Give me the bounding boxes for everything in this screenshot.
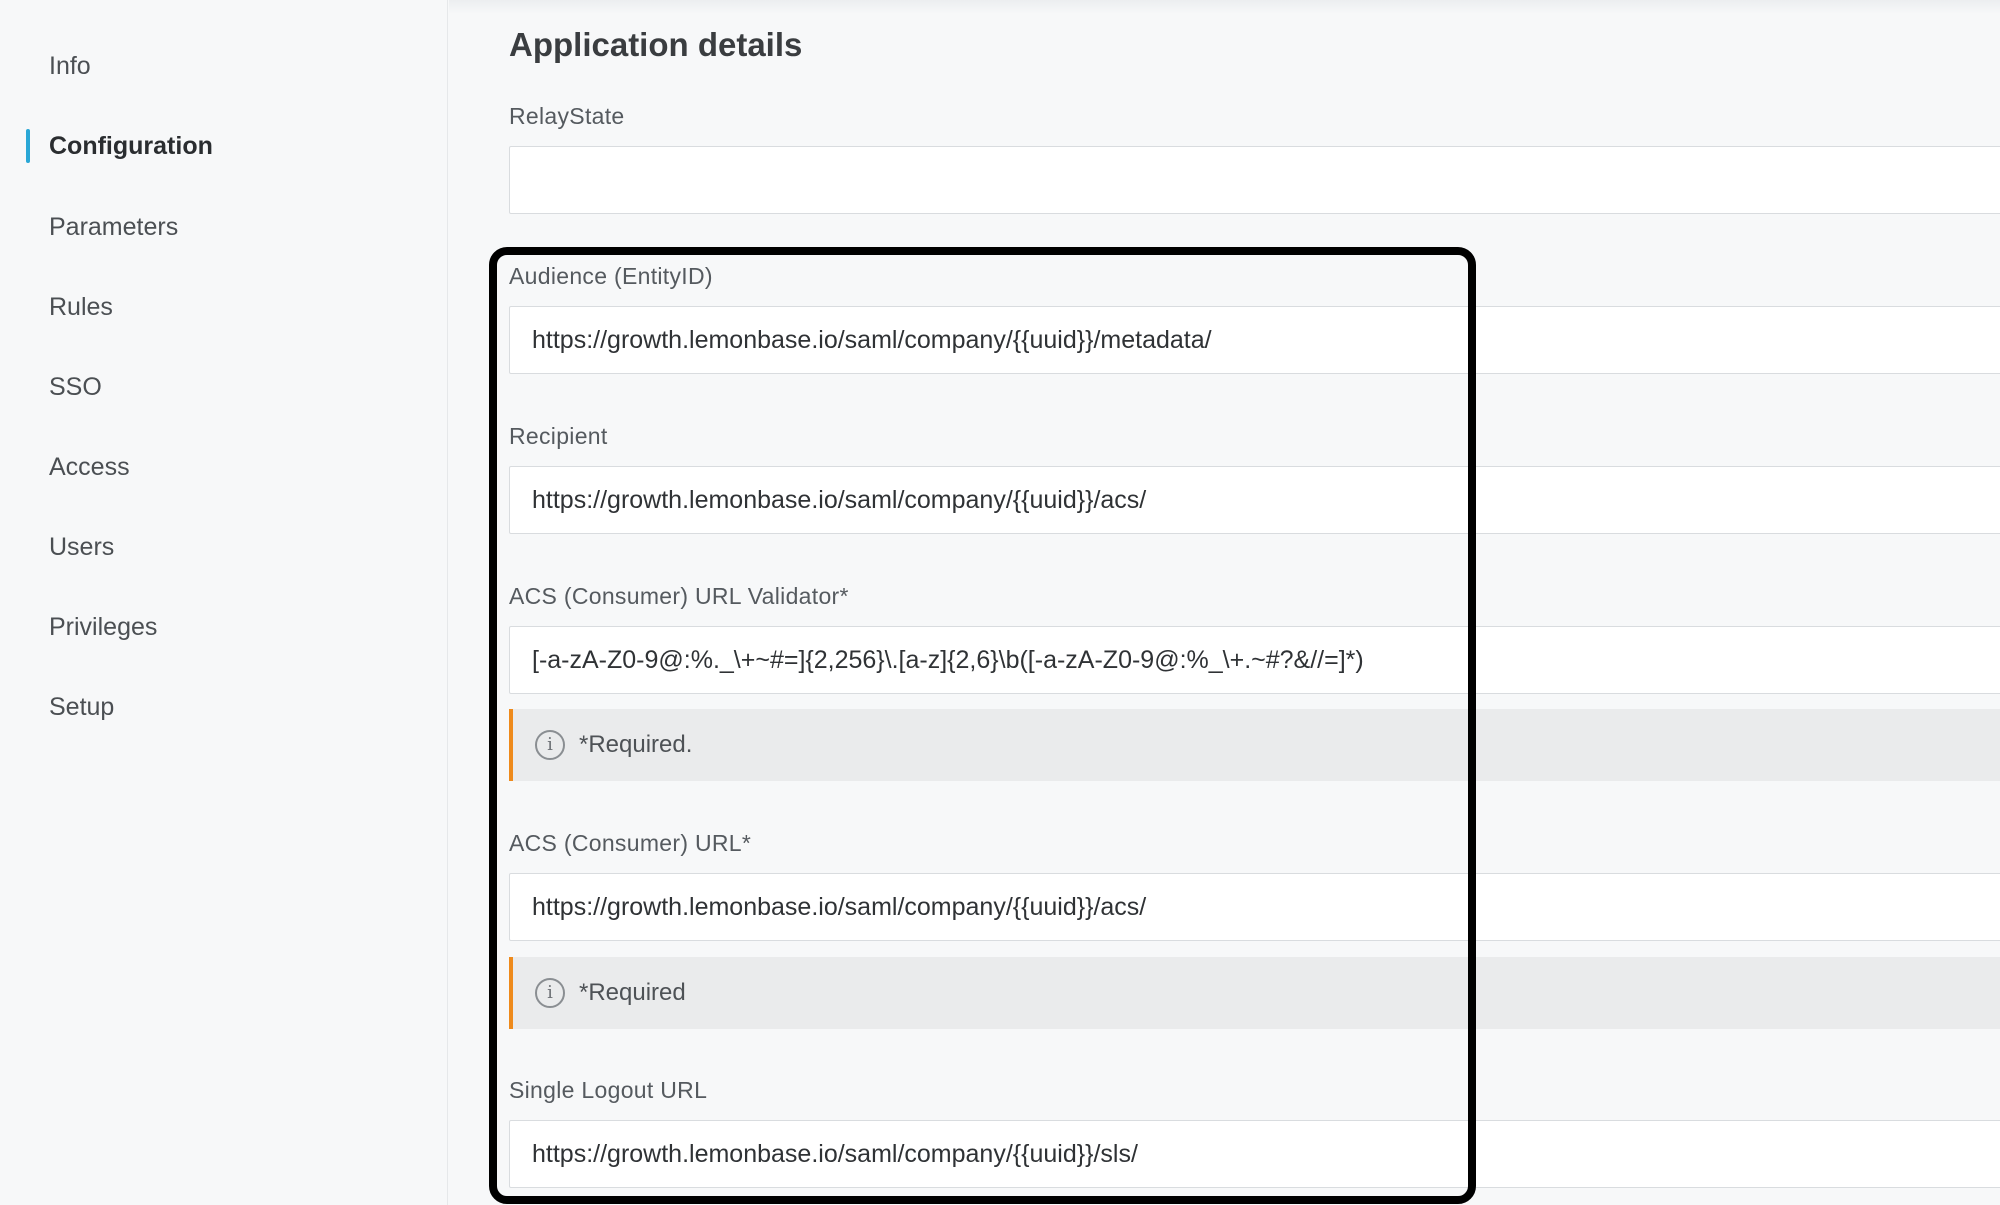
acs-validator-label: ACS (Consumer) URL Validator* [509, 583, 849, 609]
sidebar-item-access[interactable]: Access [49, 447, 130, 487]
sidebar-item-info[interactable]: Info [49, 46, 91, 86]
relay-state-input[interactable] [509, 146, 2000, 214]
sidebar-item-setup[interactable]: Setup [49, 687, 114, 727]
single-logout-input[interactable] [509, 1120, 2000, 1188]
acs-validator-notice: i *Required. [509, 709, 2000, 781]
main-panel: Application details RelayState Audience … [449, 0, 2000, 1205]
page-title: Application details [509, 26, 803, 63]
sidebar-item-configuration[interactable]: Configuration [49, 126, 213, 166]
active-indicator [26, 129, 30, 163]
top-shadow [449, 0, 2000, 14]
acs-validator-notice-text: *Required. [579, 731, 693, 758]
acs-url-notice: i *Required [509, 957, 2000, 1029]
acs-url-notice-text: *Required [579, 979, 686, 1006]
app-window: Info Configuration Parameters Rules SSO … [0, 0, 2000, 1205]
sidebar: Info Configuration Parameters Rules SSO … [0, 0, 448, 1205]
info-circle-icon: i [535, 978, 565, 1008]
recipient-label: Recipient [509, 423, 608, 449]
sidebar-item-privileges[interactable]: Privileges [49, 607, 157, 647]
audience-label: Audience (EntityID) [509, 263, 713, 289]
acs-url-label: ACS (Consumer) URL* [509, 830, 752, 856]
single-logout-label: Single Logout URL [509, 1077, 708, 1103]
sidebar-item-users[interactable]: Users [49, 527, 114, 567]
sidebar-item-sso[interactable]: SSO [49, 367, 102, 407]
sidebar-item-parameters[interactable]: Parameters [49, 207, 178, 247]
acs-validator-input[interactable] [509, 626, 2000, 694]
info-circle-icon: i [535, 730, 565, 760]
audience-input[interactable] [509, 306, 2000, 374]
acs-url-input[interactable] [509, 873, 2000, 941]
relay-state-label: RelayState [509, 103, 625, 129]
sidebar-item-rules[interactable]: Rules [49, 287, 113, 327]
recipient-input[interactable] [509, 466, 2000, 534]
